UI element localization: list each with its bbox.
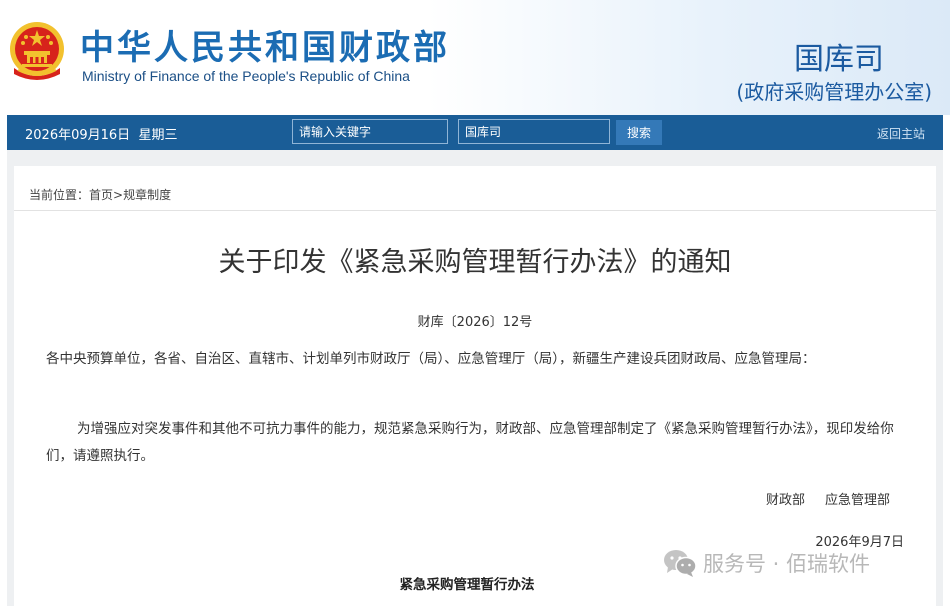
content-panel: [14, 166, 936, 606]
watermark: 服务号 · 佰瑞软件: [663, 548, 870, 578]
site-header: 中华人民共和国财政部 Ministry of Finance of the Pe…: [0, 0, 950, 115]
signers: 财政部 应急管理部: [746, 489, 890, 508]
breadcrumb-current-link[interactable]: 规章制度: [123, 188, 171, 202]
site-name-en: Ministry of Finance of the People's Repu…: [82, 68, 410, 84]
recipients-paragraph: 各中央预算单位，各省、自治区、直辖市、计划单列市财政厅（局）、应急管理厅（局），…: [46, 351, 816, 367]
watermark-text: 服务号 · 佰瑞软件: [703, 552, 871, 576]
return-home-link[interactable]: 返回主站: [877, 125, 925, 142]
body-paragraph: 为增强应对突发事件和其他不可抗力事件的能力，规范紧急采购行为，财政部、应急管理部…: [46, 421, 894, 464]
search-button[interactable]: 搜索: [616, 120, 662, 145]
national-emblem-icon: [10, 22, 64, 80]
department-subname: (政府采购管理办公室): [736, 80, 932, 104]
weekday-text: 星期三: [138, 128, 178, 143]
search-scope-field[interactable]: [458, 119, 610, 144]
date-text: 2026年09月16日: [25, 128, 131, 143]
signer-emergency-management: 应急管理部: [824, 493, 890, 508]
article-title: 关于印发《紧急采购管理暂行办法》的通知: [218, 247, 732, 278]
document-number: 财库〔2026〕12号: [417, 315, 533, 330]
site-name-cn: 中华人民共和国财政部: [80, 28, 450, 68]
current-date: 2026年09月16日 星期三: [25, 124, 177, 143]
breadcrumb-divider: [14, 210, 936, 211]
breadcrumb-prefix: 当前位置：: [29, 188, 90, 202]
department-name: 国库司: [794, 42, 884, 77]
signer-ministry-of-finance: 财政部: [765, 493, 805, 508]
search-input[interactable]: [292, 119, 448, 144]
navigation-bar: 2026年09月16日 星期三 搜索 返回主站: [7, 115, 943, 150]
breadcrumb-home-link[interactable]: 首页: [89, 188, 113, 202]
breadcrumb-separator: >: [113, 188, 124, 202]
breadcrumb: 当前位置：首页>规章制度: [29, 186, 171, 203]
wechat-icon: [664, 550, 697, 577]
